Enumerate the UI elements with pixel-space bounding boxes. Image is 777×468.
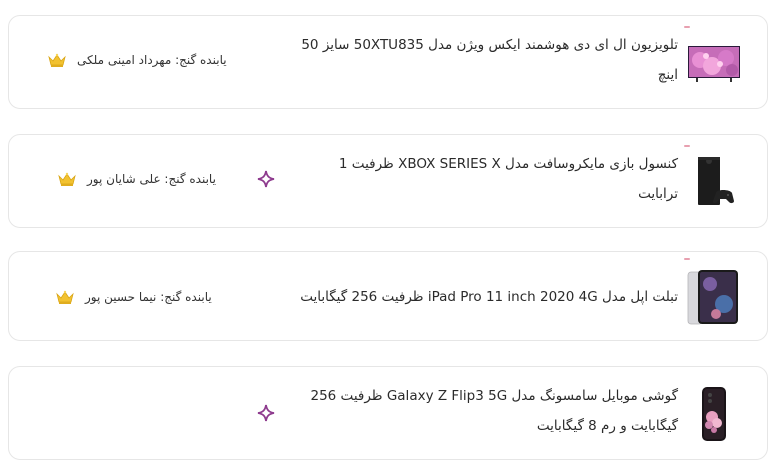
tv-icon [688, 46, 740, 82]
crown-icon [48, 53, 66, 67]
crown-icon [58, 172, 76, 186]
tablet-image[interactable] [684, 258, 742, 325]
thumb-marker [684, 258, 690, 260]
prize-card-tablet: تبلت اپل مدل iPad Pro 11 inch 2020 4G ظر… [8, 251, 768, 341]
xbox-image[interactable] [684, 145, 742, 211]
phone-icon [702, 387, 726, 441]
winner-label: یابنده گنج: مهرداد امینی ملکی [47, 52, 227, 68]
xbox-icon [698, 157, 734, 205]
prize-title-line1: تبلت اپل مدل iPad Pro 11 inch 2020 4G ظر… [300, 289, 678, 305]
winner-name: یابنده گنج: مهرداد امینی ملکی [77, 53, 227, 67]
tablet-icon [687, 270, 738, 325]
sparkle-icon[interactable] [257, 170, 275, 188]
winner-label: یابنده گنج: علی شایان پور [57, 171, 216, 187]
prize-title: تلویزیون ال ای دی هوشمند ایکس ویژن مدل 5… [198, 30, 678, 90]
phone-image[interactable] [686, 385, 742, 441]
winner-label: یابنده گنج: نیما حسین پور [55, 289, 212, 305]
winner-name: یابنده گنج: نیما حسین پور [85, 290, 212, 304]
thumb-marker [684, 26, 690, 28]
crown-icon [56, 290, 74, 304]
prize-title: تبلت اپل مدل iPad Pro 11 inch 2020 4G ظر… [198, 282, 678, 312]
prize-card-phone: گوشی موبایل سامسونگ مدل Galaxy Z Flip3 5… [8, 366, 768, 460]
thumb-marker [684, 145, 690, 147]
tv-image[interactable] [684, 26, 742, 92]
winner-name: یابنده گنج: علی شایان پور [87, 172, 216, 186]
sparkle-icon[interactable] [257, 404, 275, 422]
prize-title-line1: تلویزیون ال ای دی هوشمند ایکس ویژن مدل 5… [301, 37, 678, 53]
prize-card-tv: تلویزیون ال ای دی هوشمند ایکس ویژن مدل 5… [8, 15, 768, 109]
prize-card-xbox: کنسول بازی مایکروسافت مدل XBOX SERIES X … [8, 134, 768, 228]
prize-title-line2: اینچ [657, 67, 678, 83]
